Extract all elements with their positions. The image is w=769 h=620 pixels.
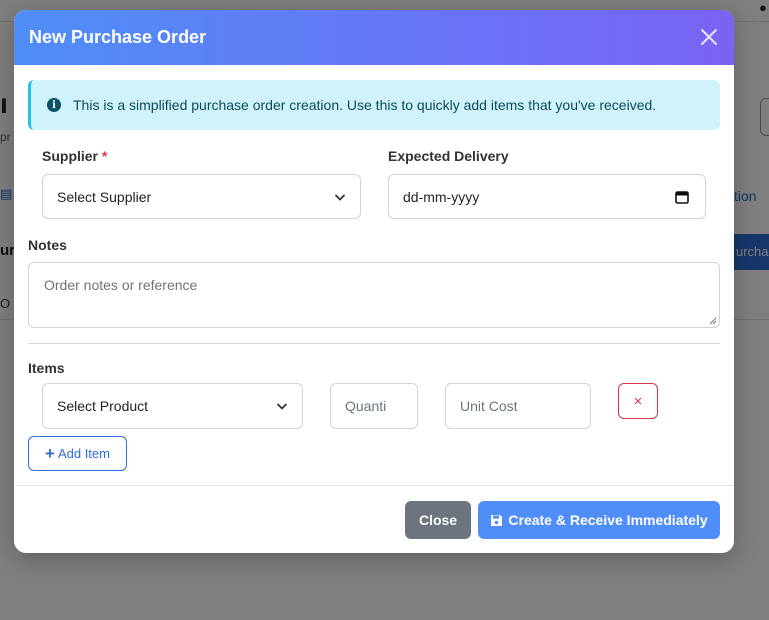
quantity-input[interactable]: Quanti xyxy=(330,383,418,429)
product-select[interactable]: Select Product xyxy=(42,383,303,429)
notes-placeholder: Order notes or reference xyxy=(44,277,198,293)
info-alert: i This is a simplified purchase order cr… xyxy=(28,80,720,130)
supplier-select-value: Select Supplier xyxy=(57,188,152,205)
expected-delivery-placeholder: dd-mm-yyyy xyxy=(403,188,480,205)
close-icon[interactable] xyxy=(698,26,720,48)
resize-grip-icon[interactable] xyxy=(708,316,717,325)
info-icon: i xyxy=(47,98,61,112)
chevron-down-icon xyxy=(276,403,288,410)
expected-delivery-input[interactable]: dd-mm-yyyy xyxy=(388,174,706,219)
plus-icon: + xyxy=(45,444,55,463)
notes-label: Notes xyxy=(28,237,67,253)
chevron-down-icon xyxy=(334,193,346,201)
new-purchase-order-modal: New Purchase Order i This is a simplifie… xyxy=(14,10,734,553)
modal-title: New Purchase Order xyxy=(29,27,207,47)
remove-icon: × xyxy=(633,392,643,410)
notes-textarea[interactable]: Order notes or reference xyxy=(28,262,720,328)
unit-cost-input[interactable]: Unit Cost xyxy=(445,383,591,429)
items-label: Items xyxy=(28,360,65,376)
expected-delivery-label: Expected Delivery xyxy=(388,148,509,164)
calendar-icon[interactable] xyxy=(675,190,689,204)
section-divider xyxy=(28,343,720,344)
add-item-label: Add Item xyxy=(57,446,110,461)
required-marker: * xyxy=(101,148,108,164)
close-button[interactable]: Close xyxy=(405,501,471,539)
remove-item-button[interactable]: × xyxy=(618,383,658,419)
alert-text: This is a simplified purchase order crea… xyxy=(73,97,657,113)
unit-cost-placeholder: Unit Cost xyxy=(460,398,518,414)
create-receive-button[interactable]: Create & Receive Immediately xyxy=(478,501,720,539)
supplier-select[interactable]: Select Supplier xyxy=(42,174,361,219)
product-select-value: Select Product xyxy=(57,398,149,414)
quantity-placeholder: Quanti xyxy=(345,398,387,414)
add-item-button[interactable]: + Add Item xyxy=(28,436,127,471)
create-receive-label: Create & Receive Immediately xyxy=(508,512,708,528)
footer-divider xyxy=(14,485,734,486)
modal-header: New Purchase Order xyxy=(14,10,734,65)
supplier-label-text: Supplier xyxy=(42,148,99,164)
save-icon xyxy=(491,514,503,526)
supplier-label: Supplier * xyxy=(42,148,107,164)
